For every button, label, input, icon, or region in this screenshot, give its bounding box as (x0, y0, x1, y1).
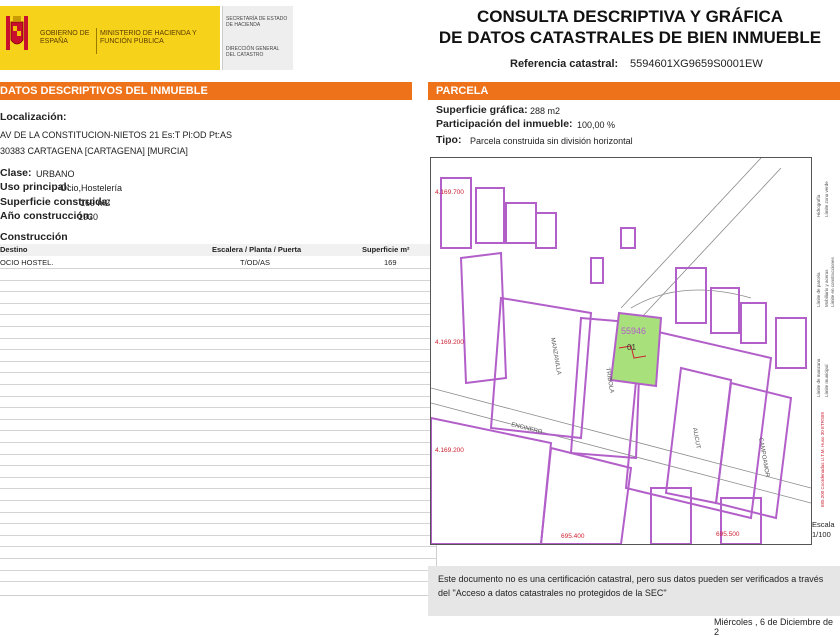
coord-5: 695.500 (716, 531, 740, 538)
parcel-sub-label: 01 (627, 343, 636, 352)
sup-grafica-value: 288 m2 (530, 106, 561, 116)
coat-of-arms-icon (6, 16, 28, 50)
table-rule (0, 430, 436, 432)
street-label-2: MANZANILLA (549, 337, 561, 375)
map-scale: Escala 1/100 (812, 520, 835, 540)
table-rule (0, 465, 436, 467)
info-text: Este documento no es una certificación c… (438, 574, 824, 598)
tipo-label: Tipo: (436, 134, 462, 146)
legend-5: Límite en construcciones (830, 256, 835, 307)
coord-3: 4.169.200 (435, 447, 464, 454)
coord-1: 4.169.700 (435, 189, 464, 196)
anio-value: 1930 (78, 212, 99, 222)
table-rule (0, 476, 436, 478)
table-rule (0, 442, 436, 443)
row-destino: OCIO HOSTEL. (0, 258, 54, 267)
address-line-1: AV DE LA CONSTITUCION-NIETOS 21 Es:T Pl:… (0, 130, 233, 140)
title-line-1: CONSULTA DESCRIPTIVA Y GRÁFICA (476, 7, 784, 26)
title-line-2: DE DATOS CATASTRALES DE BIEN INMUEBLE (438, 28, 822, 47)
table-rule (0, 500, 436, 501)
legend-8: 685.200 Coordenadas U.T.M. Huso 30 ETRS8… (820, 411, 825, 507)
table-rule (0, 558, 436, 559)
ref-value: 5594601XG9659S0001EW (630, 58, 763, 70)
table-rule (0, 360, 436, 362)
coord-4: 695.400 (561, 533, 585, 540)
table-rule (0, 291, 436, 293)
participacion-label: Participación del inmueble: (436, 118, 573, 130)
gov-name: GOBIERNO DE ESPAÑA (40, 30, 90, 45)
section-bar-parcela: PARCELA (428, 82, 840, 100)
table-rule (0, 534, 436, 536)
uso-value: Ocio,Hostelería (60, 183, 123, 193)
map-drawing: 55946 01 4.169.700 4.169.200 4.169.200 6… (431, 158, 811, 544)
table-rule (0, 314, 436, 316)
ref-label: Referencia catastral: (510, 58, 619, 70)
col-superficie: Superficie m² (362, 245, 410, 254)
legend-1: Hidrografía (816, 194, 821, 217)
table-rule (0, 395, 436, 397)
construction-table (0, 244, 437, 596)
scale-label: Escala (812, 520, 835, 529)
legend-6: Límite de manzana (816, 358, 821, 397)
table-rule (0, 337, 436, 339)
table-rule (0, 581, 436, 583)
cadastral-map[interactable]: 55946 01 4.169.700 4.169.200 4.169.200 6… (430, 157, 812, 545)
ministry-name: MINISTERIO DE HACIENDA Y FUNCIÓN PÚBLICA (100, 30, 197, 45)
table-rule (0, 268, 436, 269)
participacion-value: 100,00 % (577, 120, 616, 130)
table-rule (0, 569, 436, 571)
clase-value: URBANO (36, 169, 75, 179)
construccion-label: Construcción (0, 231, 68, 243)
direccion-name: DIRECCIÓN GENERAL DEL CATASTRO (226, 46, 280, 58)
legend-4: Mobiliario y aceras (824, 269, 829, 307)
scale-value: 1/100 (812, 530, 831, 539)
col-destino: Destino (0, 245, 28, 254)
table-rule (0, 349, 436, 351)
section-bar-descriptive: DATOS DESCRIPTIVOS DEL INMUEBLE (0, 82, 412, 100)
table-rule (0, 372, 436, 374)
legend-7: Límite municipal (824, 364, 829, 397)
table-rule (0, 523, 436, 525)
logo-separator (96, 28, 97, 54)
subject-parcel (609, 311, 663, 388)
table-rule (0, 546, 436, 548)
superficie-value: 169 m2 (80, 198, 111, 208)
table-rule (0, 453, 436, 455)
table-header: Destino Escalera / Planta / Puerta Super… (0, 244, 436, 256)
clase-label: Clase: (0, 167, 32, 179)
table-rule (0, 302, 436, 304)
legend-2: Límite zona verde (824, 181, 829, 217)
map-legend: Hidrografía Límite zona verde Límite de … (812, 157, 838, 517)
table-rule (0, 488, 436, 490)
street-label-4: ALICUT (691, 427, 701, 449)
row-escalera: T/OD/AS (240, 258, 271, 267)
coord-2: 4.169.200 (435, 339, 464, 346)
table-rule (0, 418, 436, 420)
street-label-1: ENCINERO (511, 422, 544, 436)
col-escalera: Escalera / Planta / Puerta (212, 245, 302, 254)
table-rule (0, 384, 436, 385)
secretaria-name: SECRETARÍA DE ESTADO DE HACIENDA (226, 16, 288, 28)
date-text: Miércoles , 6 de Diciembre de 2 (714, 617, 834, 637)
parcel-id-label: 55946 (621, 326, 646, 336)
table-rule (0, 279, 436, 281)
sup-grafica-label: Superficie gráfica: (436, 104, 528, 116)
tipo-value: Parcela construida sin división horizont… (470, 136, 633, 146)
address-line-2: 30383 CARTAGENA [CARTAGENA] [MURCIA] (0, 146, 188, 156)
section-title-parcela: PARCELA (436, 85, 489, 97)
legend-3: Límite de parcela (816, 272, 821, 307)
table-rule (0, 511, 436, 513)
table-rule (0, 326, 436, 327)
localizacion-label: Localización: (0, 111, 67, 123)
section-title-descriptive: DATOS DESCRIPTIVOS DEL INMUEBLE (0, 85, 208, 97)
document-title: CONSULTA DESCRIPTIVA Y GRÁFICA DE DATOS … (430, 6, 830, 48)
table-rule (0, 407, 436, 409)
row-superficie: 169 (384, 258, 397, 267)
